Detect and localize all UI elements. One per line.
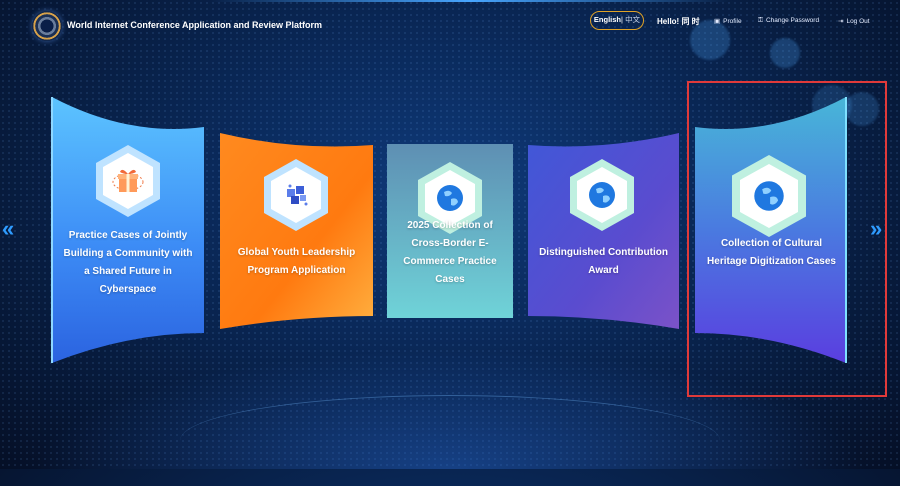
card-icon-plate bbox=[103, 153, 153, 209]
globe-icon bbox=[589, 182, 615, 208]
globe-icon bbox=[437, 185, 463, 211]
gift-icon bbox=[112, 169, 144, 192]
key-icon: ⚿ bbox=[758, 17, 763, 24]
user-greeting: Hello! 同 时 bbox=[657, 17, 700, 26]
card-practice-cases[interactable]: Practice Cases of Jointly Building a Com… bbox=[50, 97, 206, 363]
log-out-label: Log Out bbox=[846, 18, 870, 25]
header: World Internet Conference Application an… bbox=[0, 0, 900, 48]
card-global-youth[interactable]: Global Youth Leadership Program Applicat… bbox=[220, 133, 373, 329]
card-label: Distinguished Contribution Award bbox=[539, 247, 668, 276]
lang-english-option[interactable]: English bbox=[594, 15, 621, 24]
card-label: 2025 Collection of Cross-Border E-Commer… bbox=[403, 220, 497, 285]
carousel-prev-button[interactable]: « bbox=[2, 214, 15, 244]
profile-label: Profile bbox=[723, 18, 742, 25]
stage-ring bbox=[180, 395, 720, 486]
card-cross-border[interactable]: 2025 Collection of Cross-Border E-Commer… bbox=[387, 144, 513, 318]
lang-chinese-option[interactable]: 中文 bbox=[625, 15, 640, 24]
logo-icon bbox=[32, 11, 62, 41]
selection-highlight bbox=[687, 81, 887, 397]
change-password-label: Change Password bbox=[765, 17, 820, 24]
change-password-link[interactable]: ⚿ Change Password bbox=[758, 17, 819, 25]
profile-link[interactable]: ▣ Profile bbox=[714, 17, 742, 25]
card-label: Practice Cases of Jointly Building a Com… bbox=[63, 230, 193, 295]
log-out-link[interactable]: ⇥ Log Out bbox=[838, 17, 870, 25]
profile-card-icon: ▣ bbox=[714, 18, 721, 25]
app-title: World Internet Conference Application an… bbox=[67, 20, 323, 30]
card-label: Global Youth Leadership Program Applicat… bbox=[237, 247, 356, 276]
card-distinguished[interactable]: Distinguished Contribution Award bbox=[528, 133, 679, 329]
card-icon-plate bbox=[577, 167, 627, 223]
card-icon-plate bbox=[271, 167, 321, 223]
logout-icon: ⇥ bbox=[838, 18, 844, 25]
cube-icon bbox=[287, 184, 308, 206]
language-toggle[interactable]: English| 中文 bbox=[590, 11, 644, 30]
lang-separator: | bbox=[621, 15, 623, 24]
